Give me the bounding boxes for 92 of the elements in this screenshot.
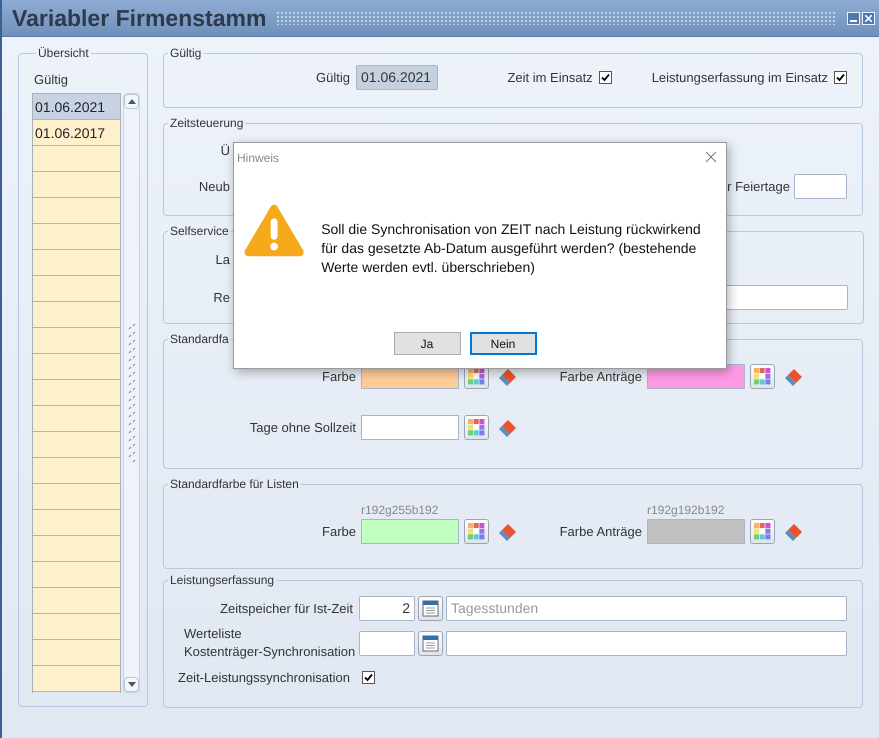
group-title: Übersicht <box>37 46 90 60</box>
color-picker-button[interactable] <box>750 364 775 389</box>
description-field[interactable]: Tagesstunden <box>446 596 847 620</box>
holiday-field[interactable] <box>794 174 847 198</box>
checkbox[interactable] <box>362 670 375 684</box>
color-picker-button[interactable] <box>750 519 775 544</box>
color-swatch[interactable] <box>361 415 459 440</box>
color-label: Tage ohne Sollzeit <box>248 420 356 435</box>
empty-row[interactable] <box>33 640 120 666</box>
field-label: r Feiertage <box>726 178 791 194</box>
arrow-up-icon <box>128 99 136 104</box>
palette-icon <box>754 368 771 385</box>
checkbox-label: Leistungserfassung im Einsatz <box>652 70 828 84</box>
empty-row[interactable] <box>33 510 120 536</box>
group-title: Standardfarbe für Listen <box>169 477 300 491</box>
eraser-icon[interactable] <box>499 418 518 437</box>
empty-row[interactable] <box>33 432 120 458</box>
empty-row[interactable] <box>33 250 120 276</box>
field-label: Zeitspeicher für Ist-Zeit <box>219 600 354 616</box>
checkbox-label: Zeit-Leistungssynchronisation <box>177 670 351 684</box>
empty-row[interactable] <box>33 146 120 172</box>
dialog-message: Soll die Synchronisation von ZEIT nach Leistung rückwirkend für das gesetzte Ab-Datum ausgeführt werden? (bestehende Werte werden evtl. überschrieben) <box>321 220 702 277</box>
palette-icon <box>468 419 485 436</box>
close-icon <box>705 151 717 163</box>
eraser-icon[interactable] <box>785 367 804 386</box>
empty-row[interactable] <box>33 224 120 250</box>
list-row[interactable]: 01.06.2021 <box>33 94 120 120</box>
field-label: Re <box>213 290 230 304</box>
dialog-button[interactable]: Ja <box>394 332 460 355</box>
list-picker-button[interactable] <box>418 596 443 620</box>
color-code: r192g192b192 <box>647 503 726 517</box>
empty-row[interactable] <box>33 354 120 380</box>
group-title: Selfservice <box>169 224 230 238</box>
color-label: Farbe Anträge <box>558 369 642 384</box>
dialog-button[interactable]: Nein <box>470 332 536 355</box>
eraser-icon[interactable] <box>499 367 518 386</box>
group-title: Zeitsteuerung <box>169 116 244 130</box>
color-swatch[interactable] <box>361 519 459 544</box>
checkbox-label: Zeit im Einsatz <box>507 70 593 84</box>
empty-row[interactable] <box>33 172 120 198</box>
palette-icon <box>754 523 771 540</box>
close-button[interactable] <box>704 151 718 165</box>
text-field[interactable] <box>726 284 848 310</box>
warning-icon <box>243 202 306 258</box>
close-button[interactable] <box>862 12 875 24</box>
group-title: Gültig <box>169 46 202 60</box>
empty-row[interactable] <box>33 406 120 432</box>
empty-row[interactable] <box>33 484 120 510</box>
column-header: Gültig <box>33 71 69 89</box>
scrollbar[interactable] <box>123 93 140 693</box>
close-icon <box>865 14 872 22</box>
scroll-down-button[interactable] <box>124 677 139 692</box>
field-label: La <box>216 252 230 267</box>
window-title: Variabler Firmenstamm <box>12 4 266 32</box>
number-field[interactable] <box>359 630 415 656</box>
number-field[interactable]: 2 <box>359 596 415 620</box>
color-swatch[interactable] <box>647 519 745 544</box>
empty-row[interactable] <box>33 536 120 562</box>
group-title: Standardfa <box>169 332 230 346</box>
minimize-button[interactable] <box>847 12 860 24</box>
list-picker-button[interactable] <box>418 630 443 656</box>
list-icon <box>422 634 439 652</box>
palette-icon <box>468 523 485 540</box>
dialog-title: Hinweis <box>237 151 280 165</box>
color-picker-button[interactable] <box>464 519 489 544</box>
color-code: r192g255b192 <box>361 503 440 517</box>
scroll-grip-icon[interactable] <box>128 323 136 463</box>
scroll-up-button[interactable] <box>124 94 139 109</box>
color-label: Farbe <box>321 369 356 384</box>
group-title: Leistungserfassung <box>169 573 276 587</box>
color-label: Farbe Anträge <box>558 524 642 539</box>
eraser-icon[interactable] <box>499 522 518 541</box>
field-label: Werteliste Kostenträger-Synchronisation <box>183 625 356 661</box>
empty-row[interactable] <box>33 458 120 484</box>
field-label: Ü <box>220 142 230 158</box>
empty-row[interactable] <box>33 328 120 354</box>
empty-row[interactable] <box>33 562 120 588</box>
list-row[interactable]: 01.06.2017 <box>33 120 120 146</box>
list-icon <box>422 599 439 617</box>
field-label: Neub <box>198 178 230 194</box>
eraser-icon[interactable] <box>785 522 804 541</box>
empty-row[interactable] <box>33 198 120 224</box>
empty-row[interactable] <box>33 380 120 406</box>
arrow-down-icon <box>128 682 136 687</box>
color-label: Farbe <box>321 524 356 539</box>
description-field[interactable] <box>446 630 847 656</box>
field-label: Gültig <box>315 70 351 84</box>
empty-row[interactable] <box>33 588 120 614</box>
color-picker-button[interactable] <box>464 415 489 440</box>
empty-row[interactable] <box>33 276 120 302</box>
empty-row[interactable] <box>33 614 120 640</box>
empty-row[interactable] <box>33 302 120 328</box>
